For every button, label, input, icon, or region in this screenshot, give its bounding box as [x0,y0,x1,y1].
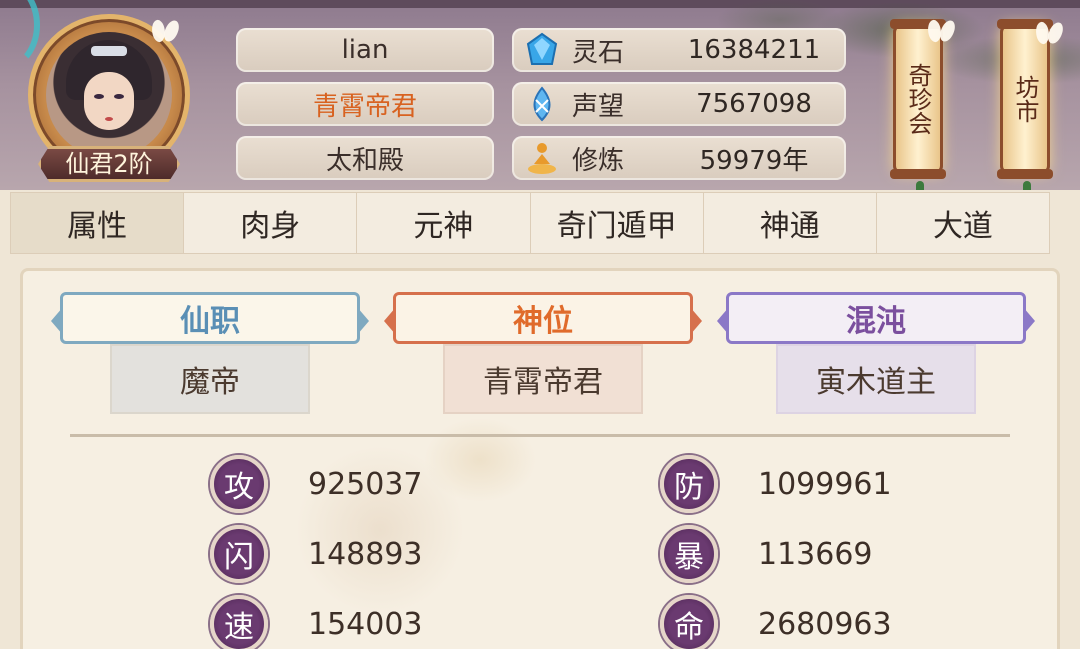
title-card-value: 魔帝 [110,344,310,414]
title-card-immortal-post[interactable]: 仙职 魔帝 [51,292,369,420]
title-card-header: 仙职 [51,292,369,344]
resource-cultivation: 修炼 59979年 [512,136,846,180]
title-card-header-label: 仙职 [180,304,240,339]
title-card-header: 神位 [384,292,702,344]
tab-bar: 属性 肉身 元神 奇门遁甲 神通 大道 [10,192,1050,254]
stat-hp: 命 2680963 [660,594,892,649]
resource-spirit-stone: 灵石 16384211 [512,28,846,72]
title-card-value: 寅木道主 [776,344,976,414]
resource-label: 灵石 [572,37,625,68]
tab-dao[interactable]: 大道 [877,193,1049,253]
player-name: lian [236,28,494,72]
stat-badge: 攻 [210,455,268,513]
resource-label: 修炼 [572,145,625,176]
stat-speed: 速 154003 [210,594,423,649]
stat-value: 154003 [308,606,423,642]
resource-value: 16384211 [687,35,821,65]
title-card-header-label: 神位 [513,304,573,339]
arrow-right-icon [690,307,702,335]
arrow-right-icon [357,307,369,335]
title-card-chaos[interactable]: 混沌 寅木道主 [717,292,1035,420]
tab-body[interactable]: 肉身 [184,193,358,253]
lantern-label: 坊市 [1011,75,1039,123]
butterfly-icon [1036,20,1062,50]
stat-badge: 防 [660,455,718,513]
reputation-icon [522,84,562,124]
stat-crit: 暴 113669 [660,524,873,584]
stat-value: 148893 [308,536,423,572]
stat-badge: 速 [210,595,268,649]
side-ring-decoration [0,0,40,70]
stat-value: 113669 [758,536,873,572]
player-header: 仙君2阶 lian 青霄帝君 太和殿 灵石 16384211 声望 756709… [0,0,1080,190]
resource-value: 7567098 [696,89,812,119]
resource-reputation: 声望 7567098 [512,82,846,126]
stat-value: 1099961 [758,466,892,502]
stat-badge: 闪 [210,525,268,583]
resource-value: 59979年 [699,145,809,176]
lantern-label: 奇珍会 [904,63,932,135]
stat-value: 925037 [308,466,423,502]
rank-badge: 仙君2阶 [38,146,180,182]
resource-label: 声望 [572,91,625,122]
title-card-divine-rank[interactable]: 神位 青霄帝君 [384,292,702,420]
title-card-header: 混沌 [717,292,1035,344]
tassel-icon [916,181,924,190]
stat-defense: 防 1099961 [660,454,892,514]
arrow-left-icon [717,307,729,335]
player-location: 太和殿 [236,136,494,180]
arrow-left-icon [51,307,63,335]
stat-attack: 攻 925037 [210,454,423,514]
tab-attributes[interactable]: 属性 [11,193,185,253]
arrow-right-icon [1023,307,1035,335]
tab-skills[interactable]: 神通 [704,193,877,253]
arrow-left-icon [384,307,396,335]
title-card-header-label: 混沌 [846,304,906,339]
tassel-icon [1023,181,1031,190]
title-card-value: 青霄帝君 [443,344,643,414]
tab-soul[interactable]: 元神 [357,193,531,253]
stat-badge: 命 [660,595,718,649]
stat-dodge: 闪 148893 [210,524,423,584]
section-divider [70,434,1010,437]
tab-qimen[interactable]: 奇门遁甲 [531,193,704,253]
stat-value: 2680963 [758,606,892,642]
butterfly-icon [152,18,178,48]
stat-badge: 暴 [660,525,718,583]
spirit-stone-icon [522,30,562,70]
cultivation-icon [522,138,562,178]
player-title: 青霄帝君 [236,82,494,126]
avatar-portrait [46,32,172,158]
butterfly-icon [928,18,954,48]
